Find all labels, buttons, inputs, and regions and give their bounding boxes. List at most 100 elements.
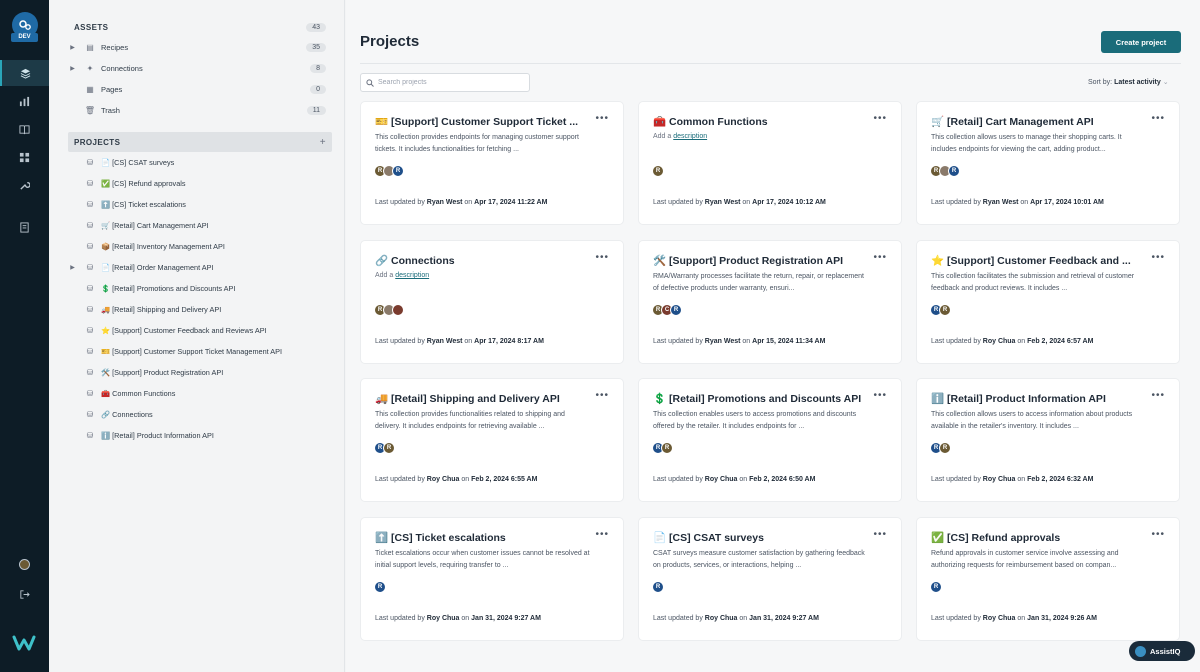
sidebar-project-item[interactable]: ⛁ ✅ [CS] Refund approvals <box>68 173 332 194</box>
rail-logout-button[interactable] <box>0 581 49 607</box>
sidebar-project-item[interactable]: ⛁ 📄 [CS] CSAT surveys <box>68 152 332 173</box>
project-card-title[interactable]: 📄 [CS] CSAT surveys <box>653 531 873 544</box>
updated-prefix: Last updated by <box>653 615 703 622</box>
project-card[interactable]: ⬆️ [CS] Ticket escalations ••• Ticket esca… <box>360 517 624 641</box>
project-card[interactable]: ℹ️ [Retail] Product Information API ••• Th… <box>916 378 1180 502</box>
projects-header[interactable]: PROJECTS + <box>68 132 332 152</box>
avatar[interactable]: R <box>939 304 951 316</box>
sidebar-project-item[interactable]: ⛁ 🚚 [Retail] Shipping and Delivery API <box>68 299 332 320</box>
more-options-icon[interactable]: ••• <box>873 113 887 124</box>
project-card[interactable]: ⭐ [Support] Customer Feedback and ... •••… <box>916 240 1180 364</box>
pages-icon: ▦ <box>86 85 94 94</box>
rail-docs-button[interactable] <box>0 116 49 142</box>
project-card-title[interactable]: 🎫 [Support] Customer Support Ticket ... <box>375 115 595 128</box>
sidebar-item-pages[interactable]: ▦ Pages 0 <box>68 79 332 100</box>
updated-on: on <box>464 338 473 345</box>
sidebar-project-item[interactable]: ⛁ 🛠️ [Support] Product Registration API <box>68 362 332 383</box>
more-options-icon[interactable]: ••• <box>595 113 609 124</box>
more-options-icon[interactable]: ••• <box>595 529 609 540</box>
assets-header[interactable]: ASSETS 43 <box>68 17 332 37</box>
rail-files-button[interactable] <box>0 214 49 240</box>
more-options-icon[interactable]: ••• <box>873 390 887 401</box>
create-project-button[interactable]: Create project <box>1101 31 1181 53</box>
avatar[interactable]: R <box>948 165 960 177</box>
rail-projects-button[interactable] <box>0 60 49 86</box>
assistiq-button[interactable]: AssistIQ <box>1129 641 1195 661</box>
project-card[interactable]: 🚚 [Retail] Shipping and Delivery API ••• T… <box>360 378 624 502</box>
project-card[interactable]: 🔗 Connections ••• Add a description R Last u… <box>360 240 624 364</box>
avatar[interactable]: R <box>930 581 942 593</box>
updated-user: Roy Chua <box>704 615 738 622</box>
avatar[interactable]: R <box>939 442 951 454</box>
project-card[interactable]: 🛠️ [Support] Product Registration API •••… <box>638 240 902 364</box>
avatar[interactable]: R <box>392 165 404 177</box>
project-card[interactable]: 🛒 [Retail] Cart Management API ••• This co… <box>916 101 1180 225</box>
sidebar-item-trash[interactable]: 🗑 Trash 11 <box>68 100 332 121</box>
more-options-icon[interactable]: ••• <box>873 529 887 540</box>
project-card-title[interactable]: 🛒 [Retail] Cart Management API <box>931 115 1151 128</box>
sidebar-project-item[interactable]: ⛁ 📦 [Retail] Inventory Management API <box>68 236 332 257</box>
project-stack-icon: ⛁ <box>86 242 94 251</box>
project-card-title[interactable]: 💲 [Retail] Promotions and Discounts API <box>653 392 873 405</box>
sort-dropdown[interactable]: Sort by: Latest activity ⌄ <box>1088 78 1169 86</box>
sidebar-project-item[interactable]: ⛁ 🎫 [Support] Customer Support Ticket Man… <box>68 341 332 362</box>
rail-user-avatar[interactable] <box>0 551 49 577</box>
sidebar-project-item[interactable]: ⛁ 🛒 [Retail] Cart Management API <box>68 215 332 236</box>
project-card[interactable]: 📄 [CS] CSAT surveys ••• CSAT surveys measu… <box>638 517 902 641</box>
sidebar-project-item[interactable]: ⛁ 🔗 Connections <box>68 404 332 425</box>
search-box[interactable] <box>360 73 530 92</box>
sidebar-project-item[interactable]: ⛁ ℹ️ [Retail] Product Information API <box>68 425 332 446</box>
project-card-title[interactable]: 🚚 [Retail] Shipping and Delivery API <box>375 392 595 405</box>
avatar[interactable]: R <box>661 442 673 454</box>
brand-logo-icon[interactable] <box>12 634 36 652</box>
more-options-icon[interactable]: ••• <box>595 390 609 401</box>
add-description-link[interactable]: description <box>673 133 707 140</box>
more-options-icon[interactable]: ••• <box>1151 252 1165 263</box>
search-input[interactable] <box>378 79 528 86</box>
rail-apps-button[interactable] <box>0 144 49 170</box>
updated-prefix: Last updated by <box>653 338 703 345</box>
project-card[interactable]: ✅ [CS] Refund approvals ••• Refund approva… <box>916 517 1180 641</box>
updated-date: Jan 31, 2024 9:26 AM <box>1027 615 1097 622</box>
rail-dashboard-button[interactable] <box>0 88 49 114</box>
collaborator-avatars: RR <box>930 442 951 454</box>
project-card-title[interactable]: ⬆️ [CS] Ticket escalations <box>375 531 595 544</box>
avatar[interactable] <box>392 304 404 316</box>
sidebar-project-item[interactable]: ⛁ ⭐ [Support] Customer Feedback and Revie… <box>68 320 332 341</box>
project-card-title[interactable]: 🛠️ [Support] Product Registration API <box>653 254 873 267</box>
sidebar-item-connections[interactable]: ▶ ✦ Connections 8 <box>68 58 332 79</box>
project-card-title[interactable]: ℹ️ [Retail] Product Information API <box>931 392 1151 405</box>
more-options-icon[interactable]: ••• <box>1151 390 1165 401</box>
sidebar-item-label: 📄 [CS] CSAT surveys <box>101 158 175 167</box>
sidebar-item-recipes[interactable]: ▶ ▤ Recipes 35 <box>68 37 332 58</box>
expand-caret-icon[interactable]: ▶ <box>68 264 77 271</box>
project-card-title[interactable]: ⭐ [Support] Customer Feedback and ... <box>931 254 1151 267</box>
avatar[interactable]: R <box>652 165 664 177</box>
add-project-icon[interactable]: + <box>320 137 326 148</box>
sidebar-item-label: ℹ️ [Retail] Product Information API <box>101 431 214 440</box>
add-description-link[interactable]: description <box>395 272 429 279</box>
more-options-icon[interactable]: ••• <box>1151 529 1165 540</box>
project-card[interactable]: 🎫 [Support] Customer Support Ticket ... •… <box>360 101 624 225</box>
project-card-title[interactable]: ✅ [CS] Refund approvals <box>931 531 1151 544</box>
project-card[interactable]: 🧰 Common Functions ••• Add a description R L… <box>638 101 902 225</box>
sidebar-project-item[interactable]: ⛁ ⬆️ [CS] Ticket escalations <box>68 194 332 215</box>
project-card-title[interactable]: 🔗 Connections <box>375 254 595 267</box>
more-options-icon[interactable]: ••• <box>1151 113 1165 124</box>
avatar[interactable]: R <box>652 581 664 593</box>
expand-caret-icon[interactable]: ▶ <box>68 44 77 51</box>
sidebar-project-item[interactable]: ⛁ 🧰 Common Functions <box>68 383 332 404</box>
avatar[interactable]: R <box>383 442 395 454</box>
sidebar-project-item[interactable]: ⛁ 💲 [Retail] Promotions and Discounts API <box>68 278 332 299</box>
sidebar-project-item[interactable]: ▶ ⛁ 📄 [Retail] Order Management API <box>68 257 332 278</box>
rail-tools-button[interactable] <box>0 172 49 198</box>
avatar[interactable]: R <box>374 581 386 593</box>
project-card-description: This collection provides endpoints for m… <box>375 134 579 153</box>
more-options-icon[interactable]: ••• <box>873 252 887 263</box>
expand-caret-icon[interactable]: ▶ <box>68 65 77 72</box>
sidebar-item-label: Recipes <box>101 43 129 52</box>
project-card-title[interactable]: 🧰 Common Functions <box>653 115 873 128</box>
avatar[interactable]: R <box>670 304 682 316</box>
project-card[interactable]: 💲 [Retail] Promotions and Discounts API •… <box>638 378 902 502</box>
more-options-icon[interactable]: ••• <box>595 252 609 263</box>
